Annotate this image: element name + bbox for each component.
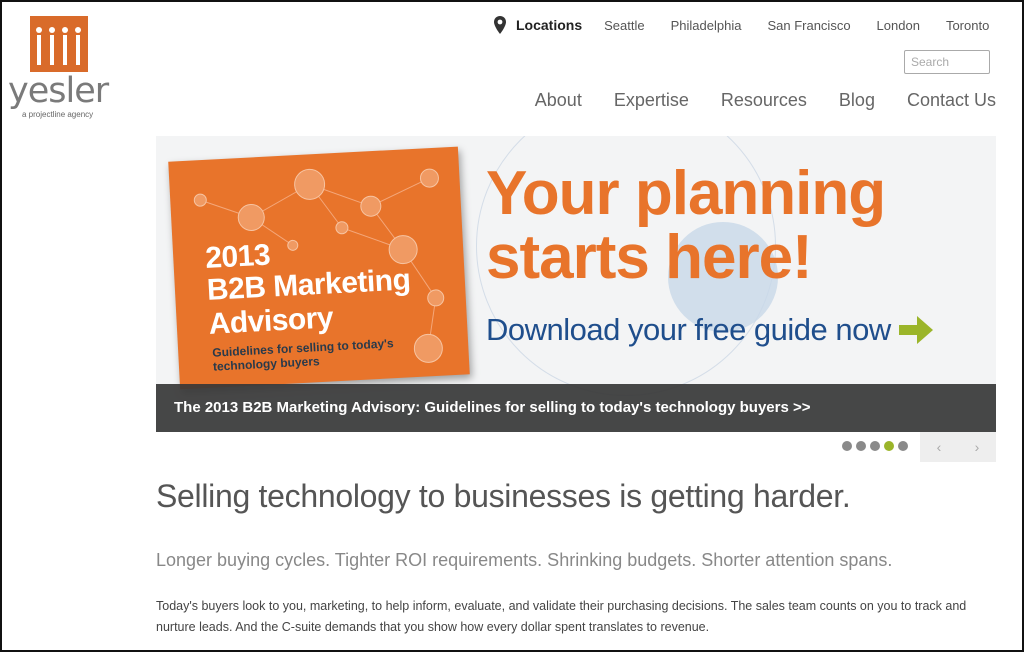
download-guide-link[interactable]: Download your free guide now bbox=[486, 312, 933, 348]
locations-bar: Locations Seattle Philadelphia San Franc… bbox=[492, 16, 989, 34]
advisory-book-cover[interactable]: 2013 B2B Marketing Advisory Guidelines f… bbox=[168, 146, 470, 390]
nav-expertise[interactable]: Expertise bbox=[614, 90, 689, 111]
book-title: B2B Marketing Advisory bbox=[206, 263, 412, 341]
location-seattle[interactable]: Seattle bbox=[604, 18, 644, 33]
slider-dots bbox=[842, 441, 912, 451]
map-pin-icon bbox=[494, 16, 506, 34]
section-subheading: Longer buying cycles. Tighter ROI requir… bbox=[156, 550, 893, 570]
nav-resources[interactable]: Resources bbox=[721, 90, 807, 111]
slider-prev-button[interactable]: ‹ bbox=[920, 432, 958, 462]
banner-caption[interactable]: The 2013 B2B Marketing Advisory: Guideli… bbox=[156, 384, 996, 432]
slider-dot-2[interactable] bbox=[856, 441, 866, 451]
nav-about[interactable]: About bbox=[535, 90, 582, 111]
logo-wordmark: yesler bbox=[8, 71, 109, 111]
location-philadelphia[interactable]: Philadelphia bbox=[671, 18, 742, 33]
locations-label: Locations bbox=[516, 17, 583, 33]
hero-banner[interactable]: 2013 B2B Marketing Advisory Guidelines f… bbox=[156, 136, 996, 432]
section-heading: Selling technology to businesses is gett… bbox=[156, 478, 851, 514]
logo-tagline: a projectline agency bbox=[22, 110, 94, 119]
slider-next-button[interactable]: › bbox=[958, 432, 996, 462]
main-nav: About Expertise Resources Blog Contact U… bbox=[503, 90, 996, 111]
slider-dot-5[interactable] bbox=[898, 441, 908, 451]
slider-dot-1[interactable] bbox=[842, 441, 852, 451]
banner-headline-text: Your planning starts here! bbox=[486, 159, 886, 292]
location-london[interactable]: London bbox=[877, 18, 920, 33]
nav-contact-us[interactable]: Contact Us bbox=[907, 90, 996, 111]
slider-dot-3[interactable] bbox=[870, 441, 880, 451]
section-paragraph: Today's buyers look to you, marketing, t… bbox=[156, 599, 967, 634]
nav-blog[interactable]: Blog bbox=[839, 90, 875, 111]
logo-figures-icon bbox=[30, 16, 88, 72]
banner-headline: Your planning starts here! bbox=[486, 162, 906, 290]
slider-dot-4[interactable] bbox=[884, 441, 894, 451]
location-san-francisco[interactable]: San Francisco bbox=[767, 18, 850, 33]
arrow-right-icon bbox=[898, 316, 933, 344]
search-input[interactable] bbox=[904, 50, 990, 74]
cta-text: Download your free guide now bbox=[486, 312, 891, 347]
slider-arrows: ‹ › bbox=[920, 432, 996, 462]
location-toronto[interactable]: Toronto bbox=[946, 18, 989, 33]
yesler-logo[interactable]: yesler a projectline agency bbox=[8, 14, 118, 119]
